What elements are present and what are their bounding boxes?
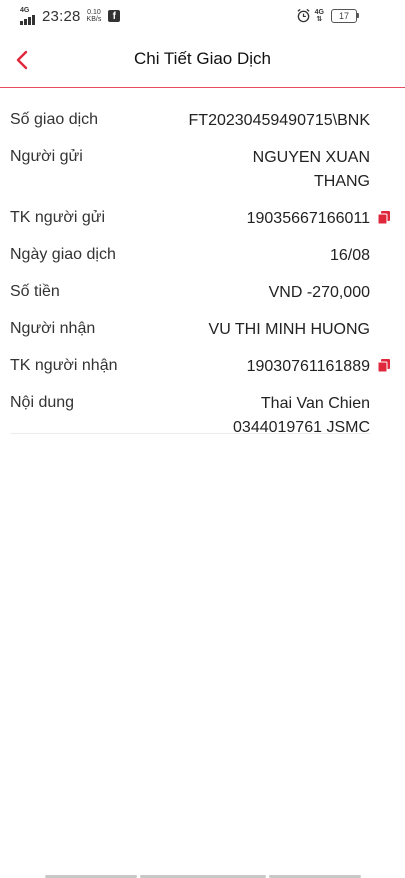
transaction-id-label: Số giao dịch xyxy=(10,110,99,128)
sender-account-label: TK người gửi xyxy=(10,208,106,226)
row-content: Nội dung Thai Van Chien 0344019761 JSMC xyxy=(10,385,370,446)
sender-name-label: Người gửi xyxy=(10,147,83,165)
sender-name-line2: THANG xyxy=(314,172,370,190)
cellular-signal: 4G xyxy=(20,7,35,25)
row-amount: Số tiền VND -270,000 xyxy=(10,274,370,311)
clock: 23:28 xyxy=(42,7,81,25)
row-transaction-id: Số giao dịch FT20230459490715\BNK xyxy=(10,102,370,139)
row-sender-account: TK người gửi 19035667166011 xyxy=(10,200,390,237)
row-sender-name: Người gửi NGUYEN XUAN THANG xyxy=(10,139,370,200)
row-receiver-name: Người nhận VU THI MINH HUONG xyxy=(10,311,370,348)
speed-value: 0.10 xyxy=(87,9,101,16)
row-transaction-date: Ngày giao dịch 16/08 xyxy=(10,237,370,274)
transaction-details: Số giao dịch FT20230459490715\BNK Người … xyxy=(10,102,390,446)
alarm-icon xyxy=(297,8,310,23)
mobile-data-indicator: 4G ⇅ xyxy=(315,9,324,23)
row-receiver-account: TK người nhận 19030761161889 xyxy=(10,348,390,385)
data-arrows-icon: ⇅ xyxy=(316,15,323,23)
transaction-date-value: 16/08 xyxy=(329,246,370,264)
sender-name-value: NGUYEN XUAN THANG xyxy=(253,146,370,194)
battery-icon: 17 xyxy=(331,8,359,23)
receiver-account-value: 19030761161889 xyxy=(246,357,370,375)
divider xyxy=(10,433,370,434)
copy-icon[interactable] xyxy=(378,359,390,372)
transaction-date-label: Ngày giao dịch xyxy=(10,245,116,263)
network-speed: 0.10 KB/s xyxy=(87,9,102,23)
page-title: Chi Tiết Giao Dịch xyxy=(134,49,271,68)
amount-value: VND -270,000 xyxy=(268,283,370,301)
content-label: Nội dung xyxy=(10,393,75,411)
battery-level: 17 xyxy=(331,8,357,23)
app-header: Chi Tiết Giao Dịch xyxy=(0,32,405,88)
speed-unit: KB/s xyxy=(86,16,102,23)
facebook-icon: f xyxy=(108,10,121,22)
sender-account-value: 19035667166011 xyxy=(246,209,370,227)
content-line1: Thai Van Chien xyxy=(260,394,370,412)
signal-icon xyxy=(20,13,35,25)
status-bar: 4G 23:28 0.10 KB/s f 4G ⇅ 17 xyxy=(0,0,405,32)
network-type-right: 4G xyxy=(314,8,324,16)
receiver-name-label: Người nhận xyxy=(10,319,96,337)
transaction-id-value: FT20230459490715\BNK xyxy=(188,111,370,129)
receiver-account-label: TK người nhận xyxy=(10,356,118,374)
receiver-name-value: VU THI MINH HUONG xyxy=(208,320,370,338)
sender-name-line1: NGUYEN XUAN xyxy=(252,148,370,166)
amount-label: Số tiền xyxy=(10,282,60,300)
copy-icon[interactable] xyxy=(378,211,390,224)
